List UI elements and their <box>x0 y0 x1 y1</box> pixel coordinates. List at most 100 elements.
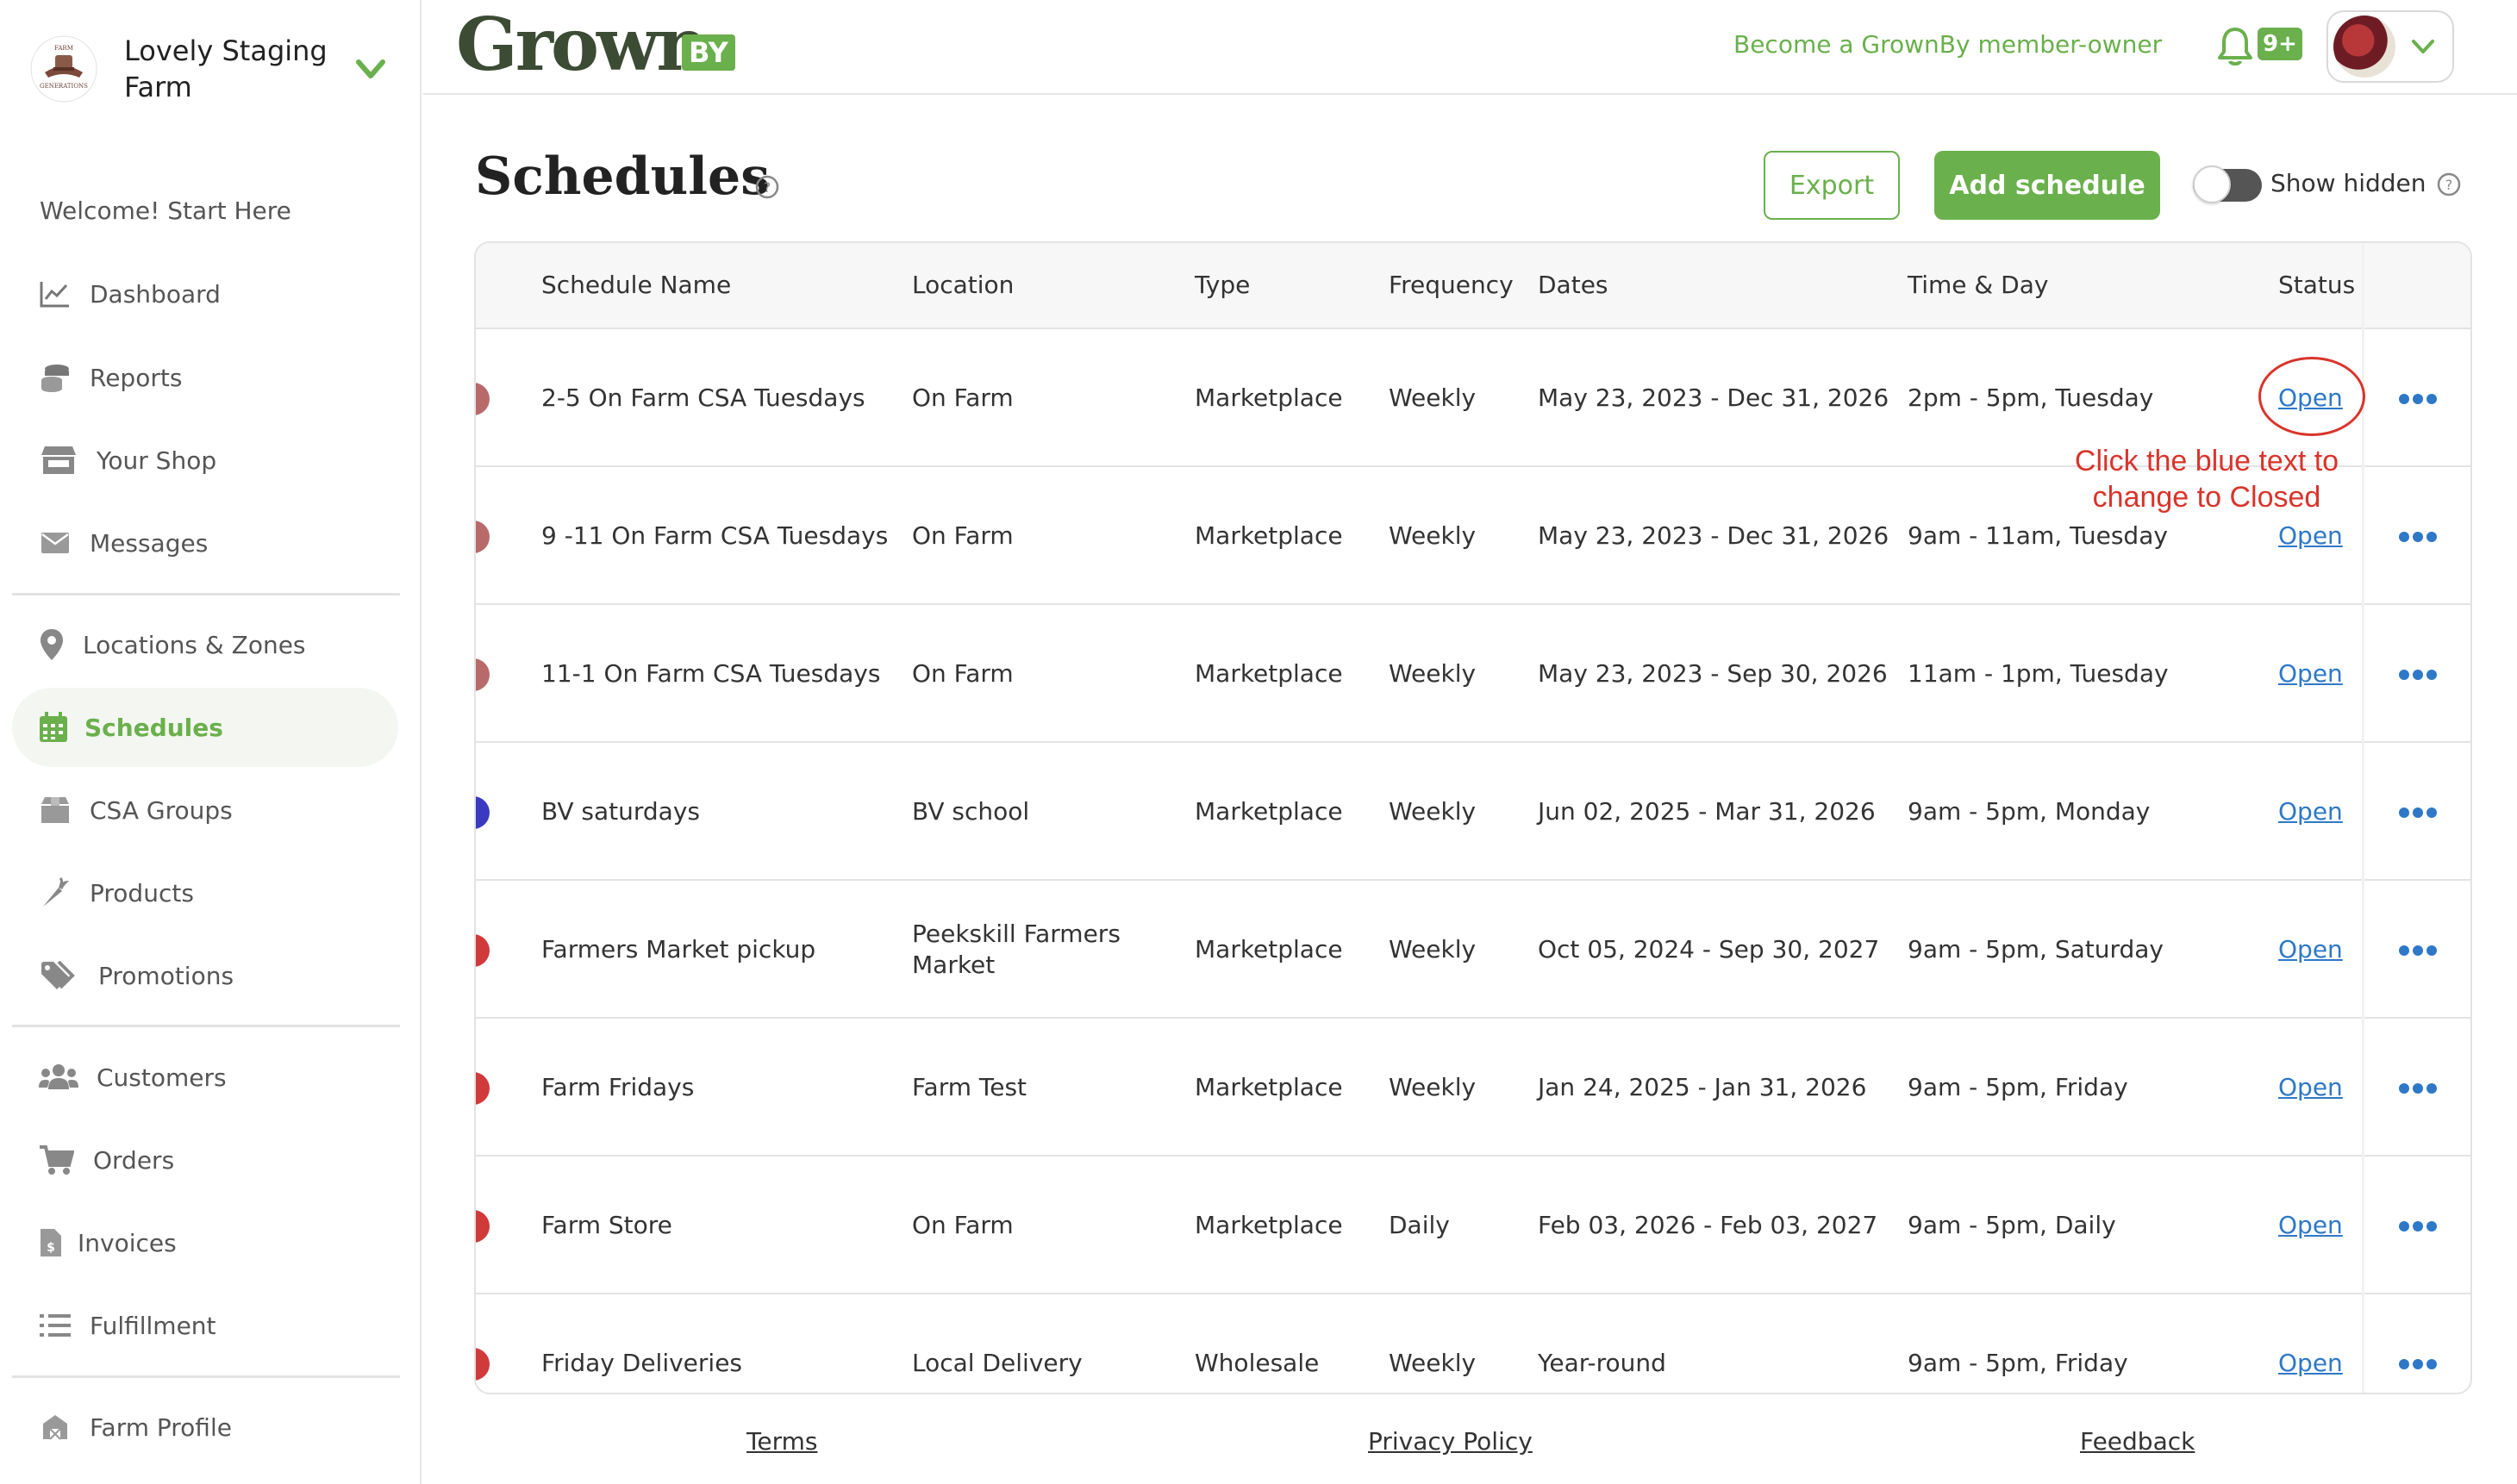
carrot-icon <box>38 876 72 910</box>
dot-glyph <box>2413 394 2423 404</box>
status-link[interactable]: Open <box>2278 521 2343 552</box>
cell-schedule-name: Farmers Market pickup <box>541 935 816 963</box>
feedback-link[interactable]: Feedback <box>2080 1427 2195 1456</box>
column-header-dates[interactable]: Dates <box>1538 271 1608 299</box>
farm-switcher[interactable]: GENERATIONS FARM Lovely Staging Farm <box>29 26 400 112</box>
more-options-icon[interactable] <box>2399 1357 2437 1371</box>
column-header-frequency[interactable]: Frequency <box>1389 271 1514 299</box>
cell-frequency: Weekly <box>1389 935 1477 963</box>
toggle-knob <box>2193 165 2231 203</box>
more-options-icon[interactable] <box>2399 392 2437 406</box>
sidebar-item-reports[interactable]: Reports <box>12 338 398 417</box>
sidebar-item-label: Farm Profile <box>90 1412 232 1442</box>
brand-name: Grown <box>456 2 709 87</box>
cell-location: On Farm <box>912 383 1014 412</box>
status-link[interactable]: Open <box>2278 934 2343 965</box>
chevron-down-icon <box>2412 40 2434 53</box>
column-header-type[interactable]: Type <box>1195 271 1250 299</box>
sidebar-item-promotions[interactable]: Promotions <box>12 936 398 1015</box>
table-header: Schedule Name Location Type Frequency Da… <box>476 243 2470 329</box>
dot-glyph <box>2399 532 2409 542</box>
sidebar-item-fulfillment[interactable]: Fulfillment <box>12 1286 398 1365</box>
cell-frequency: Weekly <box>1389 659 1477 688</box>
status-link[interactable]: Open <box>2278 658 2343 689</box>
more-options-icon[interactable] <box>2399 1219 2437 1233</box>
privacy-policy-link[interactable]: Privacy Policy <box>1368 1427 1533 1456</box>
help-icon[interactable]: ? <box>2436 171 2462 197</box>
welcome-link[interactable]: Welcome! Start Here <box>40 196 291 225</box>
table-row[interactable]: 11-1 On Farm CSA Tuesdays On Farm Marketpl… <box>476 605 2470 743</box>
sidebar-item-label: Products <box>90 878 194 907</box>
status-link[interactable]: Open <box>2278 796 2343 827</box>
cell-time-day: 9am - 5pm, Monday <box>1908 797 2151 826</box>
cell-location: On Farm <box>912 659 1014 688</box>
page-title: Schedules <box>475 147 770 207</box>
brand-logo[interactable]: Grown <box>456 2 709 87</box>
sidebar-item-messages[interactable]: Messages <box>12 503 398 583</box>
invoice-icon: $ <box>38 1225 64 1260</box>
more-options-icon[interactable] <box>2399 944 2437 957</box>
terms-link[interactable]: Terms <box>746 1427 817 1456</box>
more-options-icon[interactable] <box>2399 668 2437 682</box>
help-icon[interactable]: ? <box>754 174 780 200</box>
table-row[interactable]: Farmers Market pickup Peekskill Farmers M… <box>476 881 2470 1019</box>
cell-time-day: 9am - 5pm, Daily <box>1908 1211 2116 1239</box>
schedule-color-dot <box>476 658 490 691</box>
column-header-status[interactable]: Status <box>2278 271 2355 299</box>
notification-badge[interactable]: 9+ <box>2258 28 2302 60</box>
cell-type: Wholesale <box>1195 1349 1320 1377</box>
farm-icon <box>38 1410 72 1444</box>
sidebar-item-orders[interactable]: Orders <box>12 1120 398 1200</box>
column-header-location[interactable]: Location <box>912 271 1014 299</box>
status-link[interactable]: Open <box>2278 1348 2343 1379</box>
sidebar-item-schedules[interactable]: Schedules <box>12 688 398 767</box>
table-row[interactable]: Farm Store On Farm Marketplace Daily Feb 03,… <box>476 1157 2470 1294</box>
sidebar-item-dashboard[interactable]: Dashboard <box>12 254 398 334</box>
sidebar-item-label: Orders <box>93 1145 175 1175</box>
dot-glyph <box>2426 1083 2437 1094</box>
chevron-down-icon[interactable] <box>353 52 388 86</box>
status-link[interactable]: Open <box>2278 1210 2343 1241</box>
more-options-icon[interactable] <box>2399 806 2437 820</box>
member-owner-link[interactable]: Become a GrownBy member-owner <box>1733 30 2162 59</box>
status-link[interactable]: Open <box>2278 1072 2343 1103</box>
sidebar-item-your-shop[interactable]: Your Shop <box>12 421 398 500</box>
column-header-time-day[interactable]: Time & Day <box>1908 271 2048 299</box>
sidebar-item-locations[interactable]: Locations & Zones <box>12 605 398 684</box>
cell-dates: Feb 03, 2026 - Feb 03, 2027 <box>1538 1211 1878 1239</box>
map-pin-icon <box>34 627 69 662</box>
sidebar-item-invoices[interactable]: $ Invoices <box>12 1203 398 1282</box>
table-row[interactable]: BV saturdays BV school Marketplace Weekly Ju… <box>476 743 2470 881</box>
table-row[interactable]: Farm Fridays Farm Test Marketplace Weekly Ja… <box>476 1019 2470 1157</box>
svg-text:?: ? <box>2445 177 2453 193</box>
more-options-icon[interactable] <box>2399 530 2437 544</box>
sidebar-divider <box>12 593 400 595</box>
dot-glyph <box>2426 532 2437 542</box>
cell-time-day: 9am - 5pm, Friday <box>1908 1349 2128 1377</box>
svg-text:GENERATIONS: GENERATIONS <box>40 83 88 90</box>
sidebar-item-label: Reports <box>90 363 183 392</box>
sidebar-item-farm-profile[interactable]: Farm Profile <box>12 1387 398 1467</box>
dot-glyph <box>2426 1221 2437 1231</box>
bell-icon[interactable] <box>2216 26 2254 67</box>
schedule-color-dot <box>476 1348 490 1381</box>
dot-glyph <box>2413 1359 2423 1369</box>
schedule-color-dot <box>476 383 490 415</box>
add-schedule-button[interactable]: Add schedule <box>1934 151 2160 220</box>
sidebar-item-products[interactable]: Products <box>12 853 398 932</box>
table-row[interactable]: Friday Deliveries Local Delivery Wholesale… <box>476 1294 2470 1393</box>
more-options-icon[interactable] <box>2399 1082 2437 1095</box>
user-menu[interactable] <box>2327 10 2454 83</box>
column-header-name[interactable]: Schedule Name <box>541 271 731 299</box>
cell-schedule-name: Farm Fridays <box>541 1073 695 1101</box>
sidebar-divider <box>12 1375 400 1378</box>
export-button[interactable]: Export <box>1764 151 1900 220</box>
cell-location: BV school <box>912 797 1030 826</box>
dot-glyph <box>2426 1359 2437 1369</box>
cell-dates: May 23, 2023 - Sep 30, 2026 <box>1538 659 1888 688</box>
schedule-color-dot <box>476 934 490 967</box>
schedule-color-dot <box>476 1072 490 1105</box>
sidebar-item-csa-groups[interactable]: CSA Groups <box>12 770 398 850</box>
sidebar-item-customers[interactable]: Customers <box>12 1038 398 1117</box>
farm-logo: GENERATIONS FARM <box>30 35 97 103</box>
